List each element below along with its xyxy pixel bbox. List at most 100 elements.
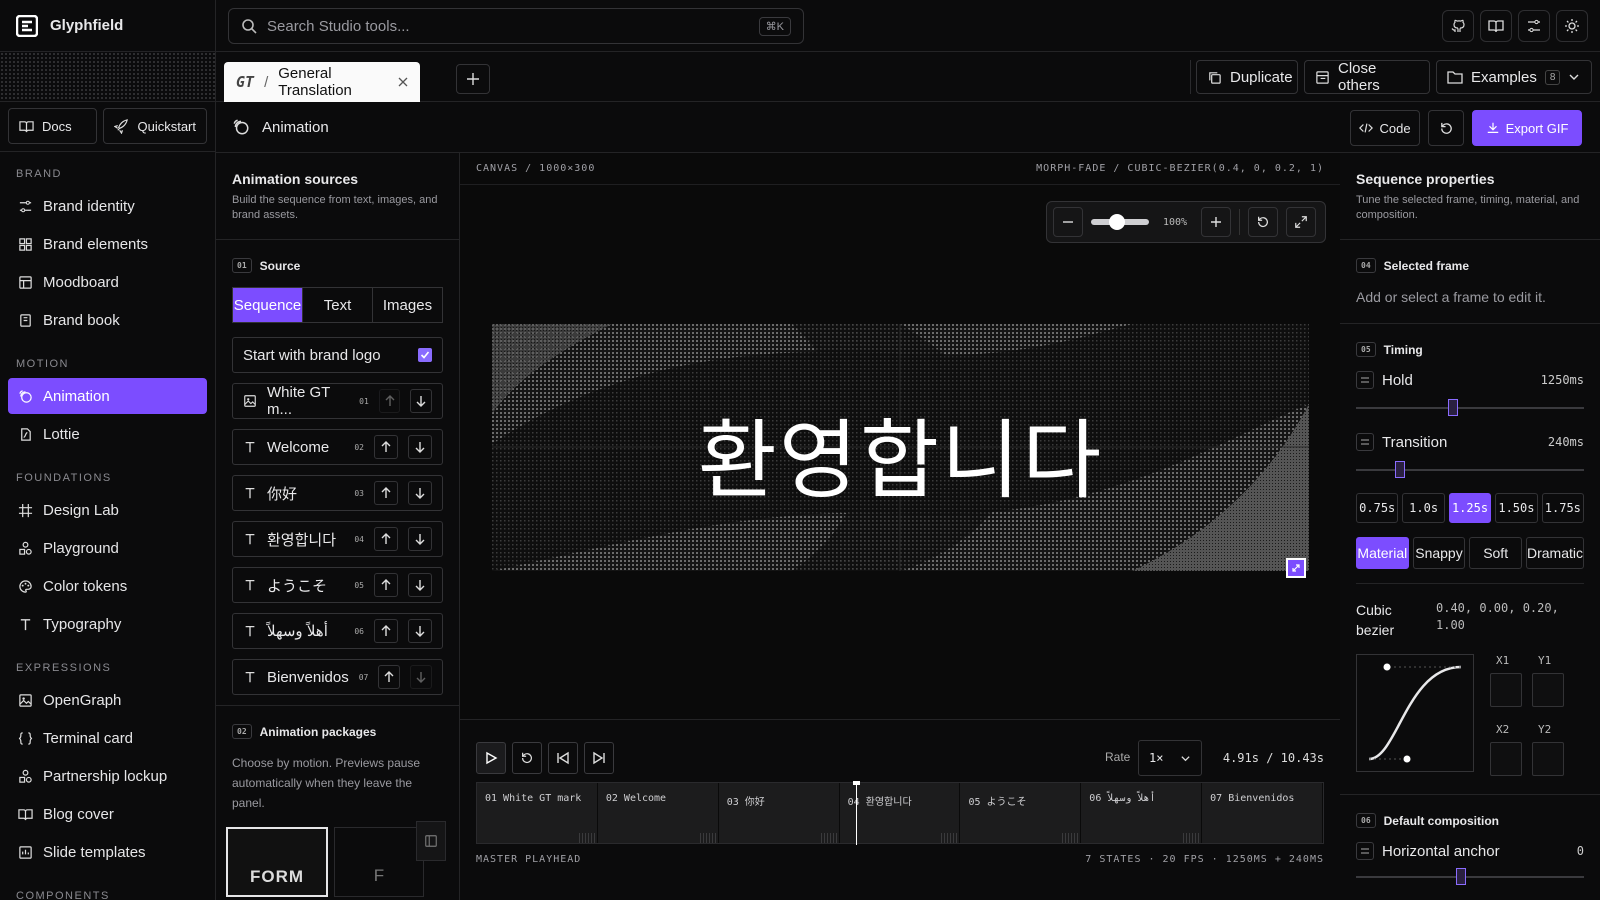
nav-animation[interactable]: Animation [8,378,207,414]
collapse-panel-button[interactable] [416,821,446,861]
nav-blog-cover[interactable]: Blog cover [8,796,207,832]
segment-images[interactable]: Images [373,288,442,322]
skip-forward-button[interactable] [584,742,614,774]
move-up-button[interactable] [374,481,398,505]
zoom-slider[interactable] [1091,214,1149,230]
move-up-button[interactable] [374,527,398,551]
checkbox[interactable] [418,348,432,362]
export-gif-button[interactable]: Export GIF [1472,110,1582,146]
segment-text[interactable]: Text [303,288,373,322]
bezier-curve-graph[interactable] [1356,654,1474,772]
transition-slider-handle[interactable] [1395,461,1406,478]
rate-select[interactable]: 1× [1138,740,1202,776]
duration-preset-chip[interactable]: 1.75s [1541,493,1585,523]
settings-button[interactable] [1518,10,1550,42]
reset-view-button[interactable] [1248,207,1278,237]
code-button[interactable]: Code [1350,110,1420,146]
move-down-button[interactable] [408,573,432,597]
new-tab-button[interactable] [456,64,490,94]
duration-preset-chip[interactable]: 1.25s [1448,493,1492,523]
playhead[interactable] [853,781,861,845]
move-down-button[interactable] [408,481,432,505]
timeline-clip[interactable]: 02 Welcome [597,783,719,843]
github-button[interactable] [1442,10,1474,42]
timeline-clip[interactable]: 03 你好 [718,783,840,843]
close-icon[interactable] [398,77,408,87]
duration-preset-chip[interactable]: 1.50s [1495,493,1538,523]
book-button[interactable] [1480,10,1512,42]
resize-handle[interactable] [1286,558,1306,578]
nav-lottie[interactable]: Lottie [8,416,207,452]
nav-color-tokens[interactable]: Color tokens [8,568,207,604]
zoom-out-button[interactable] [1053,207,1083,237]
source-item[interactable]: أهلاً وسهلاً 06 [232,613,443,649]
fullscreen-button[interactable] [1286,207,1316,237]
duration-preset-chip[interactable]: 1.0s [1402,493,1445,523]
nav-playground[interactable]: Playground [8,530,207,566]
play-button[interactable] [476,742,506,774]
source-item[interactable]: Bienvenidos 07 [232,659,443,695]
tab-general-translation[interactable]: GT / General Translation [224,62,420,102]
move-up-button[interactable] [378,389,401,413]
close-others-button[interactable]: Close others [1304,60,1430,94]
docs-button[interactable]: Docs [8,108,98,144]
hold-slider-handle[interactable] [1447,399,1458,416]
source-item[interactable]: 你好 03 [232,475,443,511]
search-bar[interactable]: Search Studio tools... ⌘K [228,8,804,44]
transition-slider[interactable] [1356,461,1584,478]
material-chip[interactable]: Snappy [1412,537,1466,569]
source-item[interactable]: White GT m... 01 [232,383,443,419]
package-preview-2[interactable]: F [334,827,424,897]
move-up-button[interactable] [374,619,398,643]
source-item[interactable]: Welcome 02 [232,429,443,465]
x1-input[interactable] [1490,673,1522,707]
animation-preview[interactable]: 환영합니다 [492,324,1309,571]
x2-input[interactable] [1490,742,1522,776]
duplicate-button[interactable]: Duplicate [1196,60,1298,94]
brand[interactable]: Glyphfield [0,0,216,52]
timeline-clip[interactable]: 06 أهلاً وسهلاً [1081,783,1203,843]
move-up-button[interactable] [374,435,398,459]
move-up-button[interactable] [374,573,398,597]
timeline-clip[interactable]: 04 환영합니다 [839,783,961,843]
duration-preset-chip[interactable]: 0.75s [1356,493,1399,523]
zoom-slider-handle[interactable] [1109,214,1126,230]
move-down-button[interactable] [408,527,432,551]
move-up-button[interactable] [378,665,401,689]
zoom-in-button[interactable] [1201,207,1231,237]
move-down-button[interactable] [408,619,432,643]
nav-moodboard[interactable]: Moodboard [8,264,207,300]
nav-partnership-lockup[interactable]: Partnership lockup [8,758,207,794]
move-down-button[interactable] [410,665,432,689]
timeline-clip[interactable]: 07 Bienvenidos [1202,783,1324,843]
hold-slider[interactable] [1356,399,1584,416]
source-item[interactable]: 환영합니다 04 [232,521,443,557]
brand-logo-toggle[interactable]: Start with brand logo [232,337,443,373]
y1-input[interactable] [1532,673,1564,707]
segment-sequence[interactable]: Sequence [233,288,303,322]
theme-toggle[interactable] [1556,10,1588,42]
nav-brand-elements[interactable]: Brand elements [8,226,207,262]
search-input[interactable]: Search Studio tools... [267,18,410,35]
nav-brand-identity[interactable]: Brand identity [8,188,207,224]
package-preview-form[interactable]: FORM [226,827,328,897]
reset-button[interactable] [1428,110,1464,146]
material-chip[interactable]: Soft [1469,537,1522,569]
nav-brand-book[interactable]: Brand book [8,302,207,338]
move-down-button[interactable] [408,435,432,459]
timeline-clip[interactable]: 05 ようこそ [960,783,1082,843]
anchor-slider-handle[interactable] [1456,868,1466,885]
nav-terminal-card[interactable]: Terminal card [8,720,207,756]
nav-design-lab[interactable]: Design Lab [8,492,207,528]
examples-button[interactable]: Examples 8 [1436,60,1592,94]
move-down-button[interactable] [410,389,432,413]
material-chip[interactable]: Dramatic [1525,537,1584,569]
restart-button[interactable] [512,742,542,774]
material-chip[interactable]: Material [1356,537,1409,569]
skip-back-button[interactable] [548,742,578,774]
y2-input[interactable] [1532,742,1564,776]
timeline-clip[interactable]: 01 White GT mark [477,783,598,843]
horizontal-anchor-slider[interactable] [1356,868,1584,885]
nav-opengraph[interactable]: OpenGraph [8,682,207,718]
quickstart-button[interactable]: Quickstart [103,108,207,144]
